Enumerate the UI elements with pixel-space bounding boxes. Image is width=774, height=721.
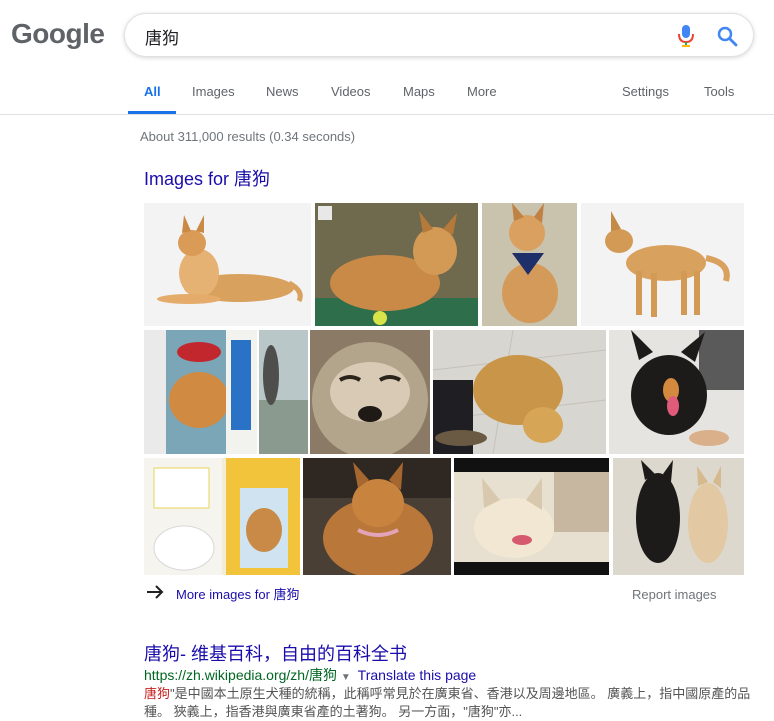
image-thumbnail[interactable] bbox=[144, 203, 311, 326]
search-input[interactable] bbox=[143, 24, 647, 48]
image-thumbnail[interactable] bbox=[482, 203, 577, 326]
search-tabs: All Images News Videos Maps More Setting… bbox=[0, 68, 774, 115]
translate-page-link[interactable]: Translate this page bbox=[358, 667, 477, 683]
tab-more[interactable]: More bbox=[467, 84, 497, 99]
result-url: https://zh.wikipedia.org/zh/唐狗 ▼ Transla… bbox=[144, 665, 476, 685]
image-thumbnail[interactable] bbox=[303, 458, 451, 575]
snippet-text: "是中國本土原生犬種的統稱，此稱呼常見於在廣東省、香港以及周邊地區。 廣義上，指… bbox=[144, 686, 751, 719]
more-images-label: More images for 唐狗 bbox=[176, 587, 300, 602]
result-snippet: 唐狗"是中國本土原生犬種的統稱，此稱呼常見於在廣東省、香港以及周邊地區。 廣義上… bbox=[144, 685, 754, 721]
image-thumbnail[interactable] bbox=[454, 458, 609, 575]
image-thumbnail[interactable] bbox=[315, 203, 478, 326]
image-thumbnail[interactable] bbox=[581, 203, 744, 326]
images-heading[interactable]: Images for 唐狗 bbox=[144, 165, 270, 191]
mic-icon[interactable] bbox=[678, 25, 694, 47]
arrow-right-icon bbox=[147, 585, 164, 599]
tab-settings[interactable]: Settings bbox=[622, 84, 669, 99]
image-thumbnail[interactable] bbox=[259, 330, 308, 454]
snippet-highlight: 唐狗 bbox=[144, 686, 171, 701]
image-thumbnail[interactable] bbox=[144, 330, 257, 454]
result-stats: About 311,000 results (0.34 seconds) bbox=[140, 129, 356, 144]
image-thumbnail[interactable] bbox=[433, 330, 606, 454]
image-thumbnail[interactable] bbox=[613, 458, 744, 575]
report-images-link[interactable]: Report images bbox=[632, 587, 717, 602]
image-thumbnail[interactable] bbox=[609, 330, 744, 454]
image-thumbnail[interactable] bbox=[144, 458, 300, 575]
caret-down-icon[interactable]: ▼ bbox=[341, 672, 351, 683]
tab-images[interactable]: Images bbox=[192, 84, 235, 99]
tab-tools[interactable]: Tools bbox=[704, 84, 734, 99]
result-url-text: https://zh.wikipedia.org/zh/唐狗 bbox=[144, 667, 337, 683]
image-thumbnail[interactable] bbox=[310, 330, 430, 454]
tab-maps[interactable]: Maps bbox=[403, 84, 435, 99]
tab-all[interactable]: All bbox=[144, 84, 161, 99]
active-tab-indicator bbox=[128, 111, 176, 114]
search-box[interactable] bbox=[124, 13, 754, 57]
tab-videos[interactable]: Videos bbox=[331, 84, 371, 99]
google-logo[interactable]: Google bbox=[11, 18, 105, 50]
result-title[interactable]: 唐狗- 维基百科，自由的百科全书 bbox=[144, 640, 407, 666]
search-icon[interactable] bbox=[716, 25, 738, 47]
tab-news[interactable]: News bbox=[266, 84, 299, 99]
